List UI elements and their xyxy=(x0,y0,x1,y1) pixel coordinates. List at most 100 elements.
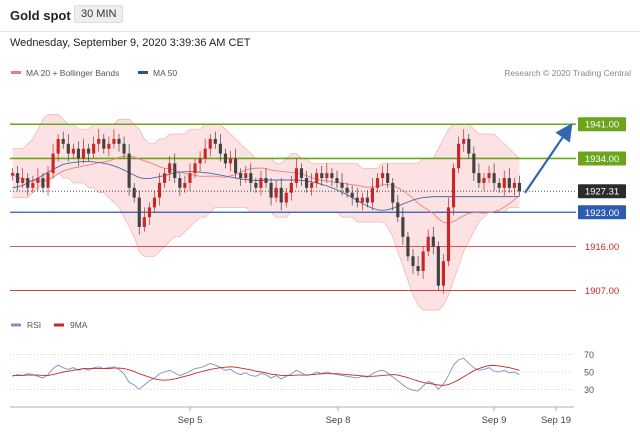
candle-body xyxy=(497,182,501,188)
candle-body xyxy=(279,187,283,203)
candle-body xyxy=(446,207,451,262)
candle-body xyxy=(269,182,273,198)
rsi-tick-label: 50 xyxy=(584,368,594,378)
candle-body xyxy=(193,163,197,174)
candle-body xyxy=(157,182,162,198)
candle-body xyxy=(137,197,141,227)
candle-body xyxy=(244,173,248,179)
level-label-1916.00: 1916.00 xyxy=(585,242,619,253)
candle-body xyxy=(36,178,40,183)
candle-body xyxy=(203,148,207,159)
candle-body xyxy=(315,173,319,183)
candle-body xyxy=(421,251,425,271)
x-axis-tick-label: Sep 5 xyxy=(178,415,203,426)
candle-body xyxy=(26,178,30,188)
candle-body xyxy=(61,138,65,144)
candle-body xyxy=(31,182,35,188)
candle-body xyxy=(355,197,359,203)
candle-body xyxy=(249,173,253,183)
rsi-tick-label: 30 xyxy=(584,385,594,395)
forecast-arrow xyxy=(524,123,573,194)
level-label-1934.00: 1934.00 xyxy=(585,154,619,165)
candle-body xyxy=(66,143,70,154)
rsi-tick-label: 70 xyxy=(584,350,594,360)
candle-body xyxy=(10,173,15,176)
candle-body xyxy=(472,153,476,174)
level-label-1923.00: 1923.00 xyxy=(585,208,619,219)
x-axis-tick-label: Sep 8 xyxy=(326,415,351,426)
candle-body xyxy=(467,138,471,154)
candle-body xyxy=(173,163,177,179)
candle-body xyxy=(239,173,243,179)
candle-body xyxy=(365,197,369,203)
candle-body xyxy=(178,178,182,188)
candle-body xyxy=(183,182,187,188)
candle-body xyxy=(477,173,481,183)
candle-body xyxy=(71,148,75,154)
candle-body xyxy=(188,173,192,183)
candle-body xyxy=(310,182,314,188)
candle-body xyxy=(335,178,339,183)
candle-body xyxy=(391,182,395,203)
x-axis-tick-label: Sep 19 xyxy=(541,415,571,426)
candle-body xyxy=(517,182,522,192)
candle-body xyxy=(223,153,228,164)
candle-body xyxy=(254,182,258,188)
candle-body xyxy=(411,256,415,267)
rsi-series-line-9MA xyxy=(12,365,520,386)
candle-body xyxy=(416,266,420,271)
candle-body xyxy=(92,143,96,154)
candle-body xyxy=(259,178,263,188)
candle-body xyxy=(406,236,410,257)
candle-body xyxy=(46,173,50,188)
rsi-legend-label: RSI xyxy=(27,320,41,330)
candle-body xyxy=(507,178,511,188)
candle-body xyxy=(375,178,380,188)
x-axis-tick-label: Sep 9 xyxy=(482,415,507,426)
candle-body xyxy=(396,202,400,218)
level-label-1941.00: 1941.00 xyxy=(585,120,619,131)
candle-body xyxy=(163,173,167,183)
candle-body xyxy=(462,138,466,144)
price-chart: 1941.00 1934.00 1923.00 1916.00 1907.00 1927.… xyxy=(10,114,626,426)
candle-body xyxy=(152,197,157,208)
candle-body xyxy=(350,192,354,198)
candle-body xyxy=(482,178,486,183)
candle-body xyxy=(320,173,324,179)
candle-body xyxy=(16,173,20,183)
candle-body xyxy=(381,173,385,179)
candle-body xyxy=(340,182,344,188)
rsi-ma-legend-swatch xyxy=(54,323,64,327)
candle-body xyxy=(213,138,217,144)
candle-body xyxy=(294,168,298,183)
level-label-1907.00: 1907.00 xyxy=(585,286,619,297)
candle-body xyxy=(102,138,106,149)
candle-body xyxy=(208,138,212,149)
candle-body xyxy=(431,236,435,247)
candle-body xyxy=(299,168,304,179)
candle-body xyxy=(441,261,445,286)
candle-body xyxy=(330,173,334,179)
candle-body xyxy=(56,138,60,154)
candle-body xyxy=(97,138,101,144)
candle-body xyxy=(436,246,440,286)
candle-body xyxy=(234,158,238,174)
candle-body xyxy=(122,143,126,154)
candle-body xyxy=(451,168,456,208)
candle-body xyxy=(401,217,405,237)
candle-body xyxy=(386,173,390,183)
candle-body xyxy=(81,148,86,159)
candle-body xyxy=(117,138,121,144)
candle-body xyxy=(487,173,491,179)
candle-body xyxy=(325,173,329,179)
candle-body xyxy=(87,148,91,154)
candle-body xyxy=(360,197,364,203)
candle-body xyxy=(51,153,55,174)
candle-body xyxy=(426,236,430,252)
candle-body xyxy=(264,178,268,183)
candle-body xyxy=(370,187,375,203)
candle-body xyxy=(345,187,349,193)
candle-body xyxy=(274,187,278,198)
candle-body xyxy=(107,143,111,149)
candle-body xyxy=(21,178,25,183)
